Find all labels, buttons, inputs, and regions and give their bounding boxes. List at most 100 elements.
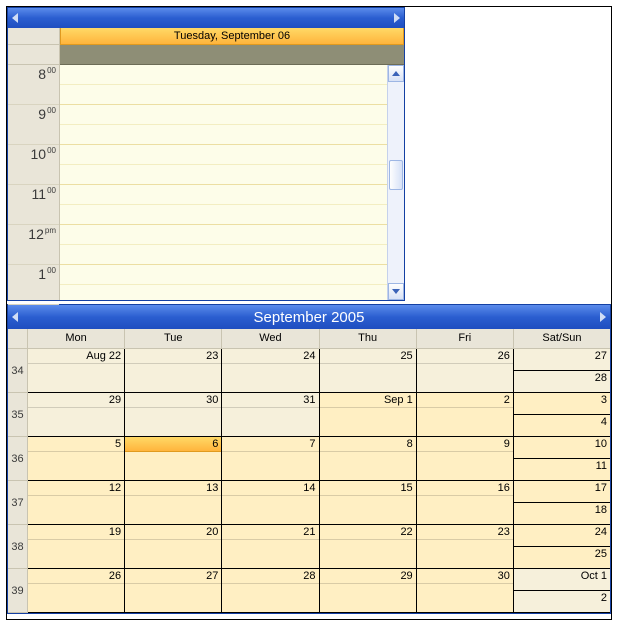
weekend-day[interactable]: 28 xyxy=(514,371,610,392)
week-row: Aug 22232425262728 xyxy=(28,349,610,393)
day-number: 8 xyxy=(320,437,416,452)
day-cell[interactable]: 19 xyxy=(28,525,125,569)
time-label: 900 xyxy=(8,105,59,145)
weekend-day[interactable]: 24 xyxy=(514,525,610,547)
weekend-day[interactable]: 18 xyxy=(514,503,610,524)
day-cell[interactable]: Sep 1 xyxy=(320,393,417,437)
weekend-day[interactable]: 27 xyxy=(514,349,610,371)
day-cell[interactable]: 29 xyxy=(320,569,417,613)
weekend-day[interactable]: 2 xyxy=(514,591,610,612)
schedule-area[interactable] xyxy=(60,65,387,300)
day-cell[interactable]: 14 xyxy=(222,481,319,525)
day-number: 30 xyxy=(417,569,513,584)
day-date-header[interactable]: Tuesday, September 06 xyxy=(60,28,404,45)
weekend-day[interactable]: 3 xyxy=(514,393,610,415)
day-number: 20 xyxy=(125,525,221,540)
weekend-day[interactable]: 17 xyxy=(514,481,610,503)
day-cell[interactable]: 30 xyxy=(125,393,222,437)
day-number: 13 xyxy=(125,481,221,496)
month-prev-icon[interactable] xyxy=(12,312,18,322)
scroll-thumb[interactable] xyxy=(389,160,403,190)
weekend-day[interactable]: 10 xyxy=(514,437,610,459)
time-label: 800 xyxy=(8,65,59,105)
day-number: 2 xyxy=(417,393,513,408)
week-number-gutter: 343536373839 xyxy=(8,329,28,613)
day-cell[interactable]: 6 xyxy=(125,437,222,481)
dow-cell: Thu xyxy=(320,329,417,348)
day-number: Aug 22 xyxy=(28,349,124,364)
week-row: 12131415161718 xyxy=(28,481,610,525)
day-cell[interactable]: 5 xyxy=(28,437,125,481)
day-number: Sep 1 xyxy=(320,393,416,408)
day-cell[interactable]: 15 xyxy=(320,481,417,525)
day-cell[interactable]: 26 xyxy=(417,349,514,393)
weekend-cell[interactable]: 1011 xyxy=(514,437,610,481)
day-number: 22 xyxy=(320,525,416,540)
day-number: 12 xyxy=(28,481,124,496)
month-title: September 2005 xyxy=(254,309,365,326)
weekend-cell[interactable]: 1718 xyxy=(514,481,610,525)
day-cell[interactable]: 22 xyxy=(320,525,417,569)
day-cell[interactable]: 24 xyxy=(222,349,319,393)
week-number: 37 xyxy=(8,481,27,525)
day-number: 31 xyxy=(222,393,318,408)
weekend-cell[interactable]: 34 xyxy=(514,393,610,437)
day-cell[interactable]: 26 xyxy=(28,569,125,613)
day-cell[interactable]: Aug 22 xyxy=(28,349,125,393)
weekend-day[interactable]: 11 xyxy=(514,459,610,480)
weekend-cell[interactable]: 2728 xyxy=(514,349,610,393)
day-scrollbar[interactable] xyxy=(387,65,404,300)
day-cell[interactable]: 27 xyxy=(125,569,222,613)
day-number: 29 xyxy=(320,569,416,584)
allday-area[interactable] xyxy=(60,45,404,65)
dow-header-row: MonTueWedThuFriSat/Sun xyxy=(28,329,610,349)
day-number: 9 xyxy=(417,437,513,452)
day-cell[interactable]: 20 xyxy=(125,525,222,569)
day-cell[interactable]: 23 xyxy=(417,525,514,569)
day-cell[interactable]: 30 xyxy=(417,569,514,613)
week-number: 39 xyxy=(8,569,27,613)
day-cell[interactable]: 7 xyxy=(222,437,319,481)
day-cell[interactable]: 31 xyxy=(222,393,319,437)
day-number: 26 xyxy=(417,349,513,364)
time-label: 12pm xyxy=(8,225,59,265)
day-number: 29 xyxy=(28,393,124,408)
week-number: 35 xyxy=(8,393,27,437)
day-cell[interactable]: 25 xyxy=(320,349,417,393)
time-label: 100 xyxy=(8,265,59,305)
day-cell[interactable]: 16 xyxy=(417,481,514,525)
weekend-cell[interactable]: 2425 xyxy=(514,525,610,569)
scroll-up-icon[interactable] xyxy=(388,65,404,82)
day-cell[interactable]: 28 xyxy=(222,569,319,613)
scroll-down-icon[interactable] xyxy=(388,283,404,300)
time-gutter: 8009001000110012pm100 xyxy=(8,65,60,300)
day-number: 16 xyxy=(417,481,513,496)
week-row: 2627282930Oct 12 xyxy=(28,569,610,613)
weekend-cell[interactable]: Oct 12 xyxy=(514,569,610,613)
day-number: 27 xyxy=(125,569,221,584)
day-number: 7 xyxy=(222,437,318,452)
week-number: 38 xyxy=(8,525,27,569)
day-cell[interactable]: 21 xyxy=(222,525,319,569)
day-next-icon[interactable] xyxy=(394,13,400,23)
week-row: 567891011 xyxy=(28,437,610,481)
weekend-day[interactable]: Oct 1 xyxy=(514,569,610,591)
month-next-icon[interactable] xyxy=(600,312,606,322)
month-view: September 2005 343536373839 MonTueWedThu… xyxy=(7,304,611,614)
day-cell[interactable]: 13 xyxy=(125,481,222,525)
day-number: 23 xyxy=(417,525,513,540)
dow-cell: Fri xyxy=(417,329,514,348)
day-number: 25 xyxy=(320,349,416,364)
day-cell[interactable]: 29 xyxy=(28,393,125,437)
day-cell[interactable]: 9 xyxy=(417,437,514,481)
day-number: 30 xyxy=(125,393,221,408)
day-cell[interactable]: 12 xyxy=(28,481,125,525)
day-cell[interactable]: 2 xyxy=(417,393,514,437)
weekend-day[interactable]: 25 xyxy=(514,547,610,568)
day-cell[interactable]: 8 xyxy=(320,437,417,481)
day-prev-icon[interactable] xyxy=(12,13,18,23)
weekend-day[interactable]: 4 xyxy=(514,415,610,436)
allday-gutter xyxy=(8,45,60,65)
day-cell[interactable]: 23 xyxy=(125,349,222,393)
day-number: 24 xyxy=(222,349,318,364)
